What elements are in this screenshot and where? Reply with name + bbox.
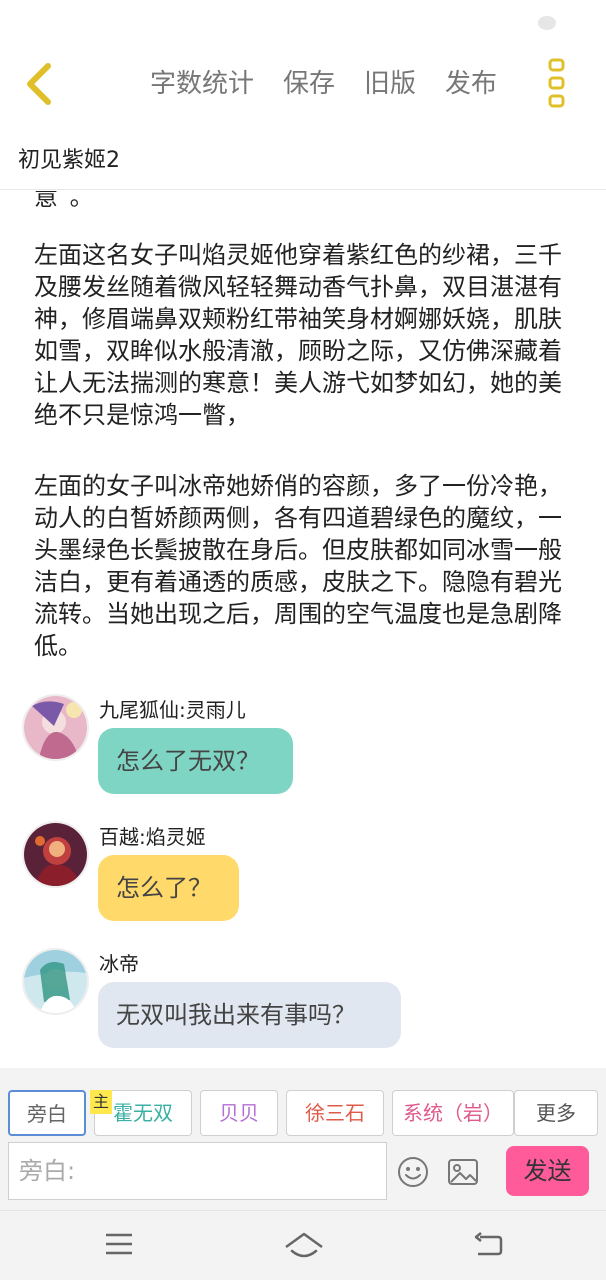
role-chip-system[interactable]: 系统（岩）: [392, 1090, 514, 1136]
more-vertical-icon: [548, 58, 565, 108]
menu-icon: [106, 1233, 132, 1255]
message-bubble[interactable]: 无双叫我出来有事吗？: [98, 982, 401, 1048]
editor-content[interactable]: 意 。 左面这名女子叫焰灵姬他穿着紫红色的纱裙，三千及腰发丝随着微风轻轻舞动香气…: [0, 191, 606, 1068]
role-chip-narrator[interactable]: 旁白: [8, 1090, 86, 1136]
toolbar: 字数统计 保存 旧版 发布: [150, 66, 526, 102]
publish-button[interactable]: 发布: [445, 66, 497, 102]
speaker-name: 百越:焰灵姬: [99, 825, 206, 849]
smiley-icon: [398, 1157, 428, 1187]
message-input[interactable]: [9, 1143, 386, 1199]
role-chip-beibei[interactable]: 贝贝: [200, 1090, 278, 1136]
old-version-button[interactable]: 旧版: [364, 66, 416, 102]
avatar[interactable]: [22, 821, 89, 888]
partial-text-line: 意 。: [34, 191, 96, 211]
image-button[interactable]: [447, 1157, 479, 1187]
role-selector-bar: 旁白 霍无双 主 贝贝 徐三石 系统（岩） 更多 发送: [0, 1068, 606, 1210]
avatar[interactable]: [22, 694, 89, 761]
status-indicator: [538, 16, 556, 30]
more-menu-button[interactable]: [547, 58, 567, 108]
main-role-badge: 主: [90, 1090, 112, 1114]
system-navigation-bar: [0, 1210, 606, 1280]
emoji-button[interactable]: [397, 1156, 429, 1188]
message-input-box: [8, 1142, 387, 1200]
speaker-name: 九尾狐仙:灵雨儿: [99, 698, 246, 722]
home-icon: [285, 1232, 323, 1258]
back-button[interactable]: [22, 60, 62, 108]
back-nav-button[interactable]: [472, 1231, 504, 1263]
more-roles-button[interactable]: 更多: [514, 1090, 598, 1136]
word-count-button[interactable]: 字数统计: [150, 66, 254, 102]
message-bubble[interactable]: 怎么了无双？: [98, 728, 293, 794]
avatar[interactable]: [22, 948, 89, 1015]
message-bubble[interactable]: 怎么了？: [98, 855, 239, 921]
top-bar: 字数统计 保存 旧版 发布 初见紫姬2: [0, 0, 606, 190]
save-button[interactable]: 保存: [283, 66, 335, 102]
speaker-name: 冰帝: [99, 952, 139, 976]
back-arrow-icon: [474, 1232, 503, 1256]
send-button[interactable]: 发送: [506, 1146, 589, 1196]
document-title: 初见紫姬2: [18, 148, 120, 173]
narration-paragraph: 左面这名女子叫焰灵姬他穿着紫红色的纱裙，三千及腰发丝随着微风轻轻舞动香气扑鼻，双…: [34, 241, 562, 429]
role-chip-xu-sanshi[interactable]: 徐三石: [286, 1090, 384, 1136]
home-button[interactable]: [283, 1231, 325, 1265]
image-icon: [448, 1159, 478, 1185]
chevron-left-icon: [27, 63, 51, 105]
menu-button[interactable]: [104, 1231, 134, 1261]
narration-paragraph: 左面的女子叫冰帝她娇俏的容颜，多了一份冷艳，动人的白皙娇颜两侧，各有四道碧绿色的…: [34, 472, 562, 660]
